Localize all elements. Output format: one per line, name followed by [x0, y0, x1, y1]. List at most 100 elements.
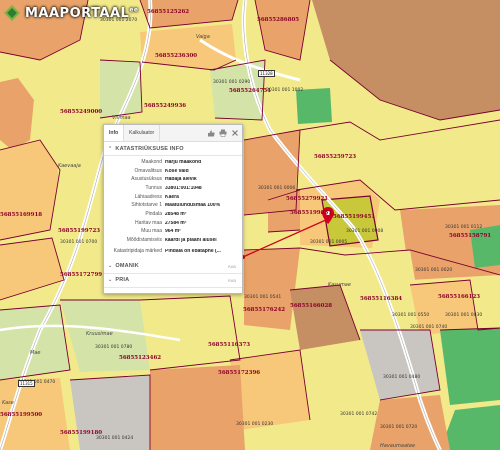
info-value[interactable]: Pindala on ebatäpne (... [165, 249, 242, 254]
info-row: Omavalitsus Kose vald [104, 167, 242, 176]
parcel-label: 56855169918 [0, 212, 43, 218]
info-key: Haritav maa [135, 219, 162, 226]
cadastral-code: 30301 001 1002 [266, 88, 304, 93]
close-icon[interactable] [230, 128, 239, 137]
place-name: Kase [2, 400, 14, 406]
cadastral-code: 30301 001 0480 [383, 375, 421, 380]
cadastral-code: 30301 001 0541 [244, 295, 282, 300]
info-row: Maakond Harju maakond [104, 158, 242, 167]
info-value: 27584 m² [165, 220, 187, 226]
chevron-up-icon: ⌃ [108, 145, 113, 152]
place-name: Kasumae [328, 282, 351, 288]
cadastral-code: 30301 001 0720 [380, 425, 418, 430]
cadastral-code: 30301 001 0290 [213, 80, 251, 85]
parcel-label: 56855199451 [333, 214, 376, 220]
cadastral-code: 30301 001 0700 [60, 240, 98, 245]
info-row: Mõõdistamisviis kaardi ja plaani alusel [104, 236, 242, 245]
tab-kalkulaator[interactable]: Kalkulaator [124, 125, 161, 141]
cadastral-code: 30301 001 0020 [415, 268, 453, 273]
parcel-label: 56855172799 [60, 272, 103, 278]
section-owner[interactable]: ⌄ OMANIK Ava [104, 260, 242, 274]
info-key: Pindala [145, 210, 162, 217]
cadastral-code: 30301 001 0740 [410, 325, 448, 330]
place-name: Kaevaaja [58, 163, 81, 169]
info-key: Maakond [141, 158, 162, 165]
parcel-label: 56855123462 [119, 355, 162, 361]
parcel-label: 56855116384 [360, 296, 403, 302]
popup-tabs: Info Kalkulaator [104, 125, 242, 142]
section-title: KATASTRIÜKSUSE INFO [115, 145, 184, 152]
cadastral-code: 30301 001 2070 [100, 18, 138, 23]
parcel[interactable] [150, 365, 245, 450]
parcel-label: 56855166028 [290, 303, 333, 309]
parcel[interactable] [470, 225, 500, 268]
parcel-info-popup[interactable]: Info Kalkulaator ⌃ KATASTRIÜKSUSE INFO M… [103, 124, 243, 294]
info-key: Mõõdistamisviis [126, 237, 162, 244]
section-open-link[interactable]: Ava [228, 264, 236, 269]
chevron-down-icon: ⌄ [108, 277, 113, 284]
section-open-link[interactable]: Ava [228, 278, 236, 283]
info-row: Katastripidaja märked Pindala on ebatäpne… [104, 245, 242, 259]
cadastral-code: 30301 001 0424 [96, 436, 134, 441]
parcel-label: 56855176242 [243, 307, 286, 313]
cadastral-code: 30301 001 0550 [392, 313, 430, 318]
info-value: Kose vald [165, 168, 189, 174]
place-name: Mae [30, 350, 41, 356]
info-value: Kaera [165, 194, 179, 200]
info-row: Muu maa 964 m² [104, 228, 242, 237]
info-row: Sihtotstarve 1 Maatulundusmaa 100% [104, 201, 242, 210]
place-name: Vaiga [196, 34, 210, 40]
info-value: Harju maakond [165, 159, 202, 165]
cadastral-code: 30301 001 0005 [310, 240, 348, 245]
place-name: Havaumaatee [380, 443, 416, 449]
info-row: Haritav maa 27584 m² [104, 219, 242, 228]
info-key: Asustusüksus [131, 176, 162, 183]
place-name: Kruusimae [86, 331, 113, 337]
info-value: kaardi ja plaani alusel [165, 238, 217, 244]
parcel-label: 56855199723 [58, 228, 101, 234]
parcel-label: 56855199851 [290, 210, 333, 216]
parcel-label: 56855116373 [208, 342, 251, 348]
section-title: PRIA [115, 277, 130, 284]
info-row: Pindala 28548 m² [104, 210, 242, 219]
parcel-label: 56855236300 [155, 53, 198, 59]
info-key: Sihtotstarve 1 [131, 202, 162, 209]
info-value: Habaja alevik [165, 177, 197, 183]
road-number: 11315 [18, 380, 35, 387]
parcel[interactable] [296, 88, 332, 124]
cadastral-code: 30301 001 0006 [258, 186, 296, 191]
section-parcel-info[interactable]: ⌃ KATASTRIÜKSUSE INFO [104, 142, 242, 156]
chevron-down-icon: ⌄ [108, 263, 113, 270]
cadastral-map[interactable] [0, 0, 500, 450]
parcel-label: 56855259723 [314, 154, 357, 160]
leaf-logo-icon [4, 5, 20, 21]
cadastral-code: 30301 001 0742 [340, 412, 378, 417]
parcel-label: 56855249000 [60, 109, 103, 115]
cadastral-code: 30301 001 0780 [95, 345, 133, 350]
section-pria[interactable]: ⌄ PRIA Ava [104, 274, 242, 288]
print-icon[interactable] [218, 128, 227, 137]
info-key: Lähiaadress [134, 193, 162, 200]
thumbs-up-icon[interactable] [206, 128, 215, 137]
tab-info[interactable]: Info [104, 125, 125, 141]
section-title: OMANIK [115, 263, 139, 270]
info-row: Lähiaadress Kaera [104, 193, 242, 202]
parcel-label: 56855166123 [438, 294, 481, 300]
cadastral-code: 30301 001 0112 [445, 225, 483, 230]
info-value: 28548 m² [165, 211, 187, 217]
parcel-info-list: Maakond Harju maakond Omavalitsus Kose val… [104, 156, 242, 260]
road-number: 11328 [258, 70, 275, 77]
parcel-label: 56855264751 [229, 88, 272, 94]
info-key: Omavalitsus [134, 167, 162, 174]
info-row: Tunnus 33801:001:1048 [104, 184, 242, 193]
parcel[interactable] [440, 328, 500, 405]
info-key: Muu maa [141, 228, 162, 235]
popup-toolbar [206, 128, 239, 137]
parcel-label: 56855199500 [0, 412, 43, 418]
parcel-label: 56855279921 [286, 196, 329, 202]
parcel-label: 56855286805 [257, 17, 300, 23]
info-key: Katastripidaja märked [113, 248, 162, 255]
cadastral-code: 30301 001 0230 [236, 422, 274, 427]
parcel-label: 56855172396 [218, 370, 261, 376]
info-value: Maatulundusmaa 100% [165, 203, 221, 209]
